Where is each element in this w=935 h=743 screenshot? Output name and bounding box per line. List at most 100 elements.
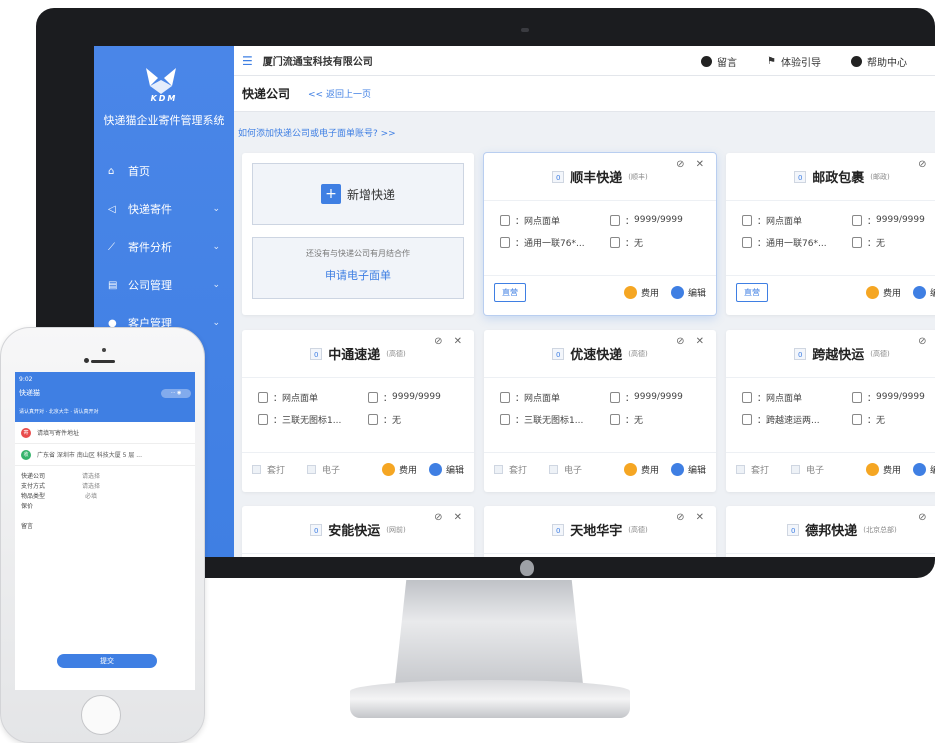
sidebar-item-home[interactable]: ⌂ 首页 [94,156,234,186]
phone-sensor [84,358,89,363]
message-label: 留言 [717,57,738,69]
disable-close-icons[interactable]: ⊘ ✕ [918,159,935,170]
print-template: 通用一联76*... [524,238,585,249]
fee-button[interactable]: 费用 [865,463,901,476]
chart-icon: ⟋ [108,241,115,253]
form-row[interactable]: 留言 [21,520,189,530]
extra-icon [610,413,620,425]
extra-icon [852,413,862,425]
carrier-card-header: ⊘ ✕ 0 优速快递 (高德) [484,330,716,378]
overprint-checkbox[interactable]: 套打 [494,463,527,476]
direct-button[interactable]: 直营 [736,283,768,302]
phone-receiver-row[interactable]: 收 广东省 深圳市 南山区 科技大厦 5 层 ... [15,444,195,466]
building-icon: ▤ [108,279,118,291]
back-link[interactable]: << 返回上一页 [308,87,371,100]
fee-label: 费用 [398,466,417,476]
camera-dot [521,28,529,32]
edit-button[interactable]: 编辑 [688,463,706,476]
carrier-branch: (邮政) [870,172,890,181]
edit-icon [428,463,442,476]
form-row[interactable]: 物品类型 必填 [21,490,189,500]
disable-close-icons[interactable]: ⊘ ✕ [676,512,708,523]
receiver-icon: 收 [21,449,31,460]
carrier-card-body: ：网点面单 ： 9999/9999 ：三联无图标1... ：无 [484,378,716,434]
direct-button[interactable]: 直营 [494,283,526,302]
edit-button[interactable]: 编辑 [930,463,935,476]
message-button[interactable]: 留言 [701,54,737,69]
fee-label: 费用 [640,289,659,299]
print-template: 三联无图标1... [282,415,342,426]
fee-label: 费用 [882,466,901,476]
printer-icon [742,236,752,248]
checkbox-icon [307,465,317,474]
waybill-icon [742,214,752,226]
phone-submit-button[interactable]: 提交 [57,654,157,668]
apply-waybill-link[interactable]: 申请电子面单 [253,267,463,283]
disable-close-icons[interactable]: ⊘ ✕ [434,336,466,347]
disable-close-icons[interactable]: ⊘ ✕ [676,336,708,347]
carrier-card-header: ⊘ ✕ 0 跨越快运 (高德) [726,330,935,378]
disable-close-icons[interactable]: ⊘ ✕ [676,159,708,170]
form-value: 必填 [84,492,97,500]
checkbox-icon [791,465,801,474]
fee-button[interactable]: 费用 [381,463,417,476]
edit-button[interactable]: 编辑 [930,286,935,299]
sidebar-item-analysis[interactable]: ⟋ 寄件分析 ⌄ [94,232,234,262]
electronic-checkbox[interactable]: 电子 [791,463,824,476]
fee-button[interactable]: 费用 [865,286,901,299]
waybill-icon [742,391,752,403]
extra-icon [368,413,378,425]
form-row[interactable]: 支付方式 请选择 [21,480,189,490]
help-button[interactable]: 帮助中心 [851,54,907,69]
carrier-info-row: ：通用一联76*... ：无 [742,231,935,253]
carrier-card: ⊘ ✕ 0 安能快运 (网前) [242,506,474,557]
sidebar-item-company[interactable]: ▤ 公司管理 ⌄ [94,270,234,300]
page-header: 快递公司 << 返回上一页 [234,76,935,112]
waybill-quota: 9999/9999 [634,392,683,402]
carrier-card-footer: 套打 电子 费用 编辑 [242,452,474,486]
extra-value: 无 [392,415,402,426]
waybill-icon [500,391,510,403]
carrier-card: ⊘ ✕ 0 中通速递 (高德) ：网点面单 ： 9999/9999 ：三联无图标1… [242,330,474,492]
carrier-card-header: ⊘ ✕ 0 中通速递 (高德) [242,330,474,378]
page-title: 快递公司 [242,87,291,101]
edit-button[interactable]: 编辑 [688,286,706,299]
carrier-name: 顺丰快递 [570,171,623,186]
printer-icon [258,413,268,425]
edit-button[interactable]: 编辑 [446,463,464,476]
disable-close-icons[interactable]: ⊘ ✕ [918,512,935,523]
overprint-checkbox[interactable]: 套打 [252,463,285,476]
phone-sender-row[interactable]: 寄 请填写寄件地址 [15,422,195,444]
phone-speaker [91,360,115,363]
carrier-card: ⊘ ✕ 0 德邦快递 (北京总部) [726,506,935,557]
sidebar-item-send[interactable]: ◁ 快递寄件 ⌄ [94,194,234,224]
checkbox-label: 电子 [564,466,583,476]
quota-icon [852,214,862,226]
electronic-checkbox[interactable]: 电子 [307,463,340,476]
form-row[interactable]: 保价 [21,500,189,510]
form-label: 物品类型 [21,492,46,500]
fee-icon [381,463,395,476]
form-row[interactable]: 快递公司 请选择 [21,470,189,480]
fee-button[interactable]: 费用 [623,286,659,299]
carrier-count-badge: 0 [787,523,800,536]
help-add-link[interactable]: 如何添加快递公司或电子面单账号? >> [238,126,396,139]
menu-toggle-icon[interactable]: ☰ [242,54,253,68]
guide-button[interactable]: ⚑ 体验引导 [767,54,821,69]
carrier-card: ⊘ ✕ 0 邮政包裹 (邮政) ：网点面单 ：9999/9999 ：通用一联76… [726,153,935,315]
add-carrier-button[interactable]: + 新增快递 [252,163,464,225]
carrier-branch: (高德) [386,349,406,358]
disable-close-icons[interactable]: ⊘ ✕ [918,336,935,347]
disable-close-icons[interactable]: ⊘ ✕ [434,512,466,523]
phone-time: 9:02 [19,375,33,383]
phone-home-button[interactable] [81,695,121,735]
carrier-branch: (北京总部) [863,525,897,534]
fee-button[interactable]: 费用 [623,463,659,476]
overprint-checkbox[interactable]: 套打 [736,463,769,476]
carrier-info-row: ：网点面单 ： 9999/9999 [258,386,464,408]
phone-menu-pill[interactable]: ··· ◉ [161,388,191,398]
electronic-checkbox[interactable]: 电子 [549,463,582,476]
fee-icon [623,463,637,476]
carrier-card-header: ⊘ ✕ 0 顺丰快递 (顺丰) [484,153,716,201]
extra-value: 无 [876,415,886,426]
